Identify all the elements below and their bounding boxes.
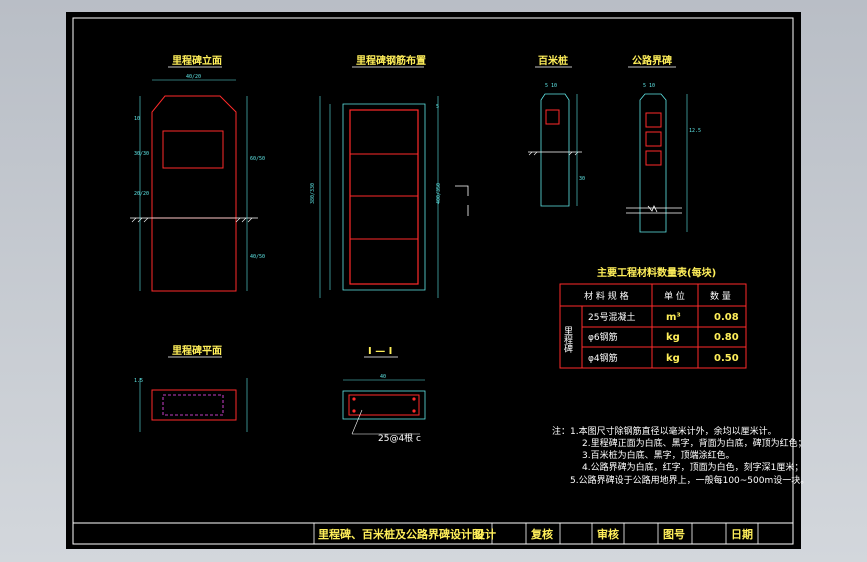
approve-label: 审核	[597, 527, 619, 541]
boundary-title: 公路界碑	[632, 54, 672, 67]
table-header-qty: 数 量	[710, 290, 731, 302]
section-bar-1	[352, 397, 356, 401]
table-row-unit: kg	[666, 353, 680, 364]
table-header-unit: 单 位	[664, 290, 685, 302]
hundred-top-dim: 5 10	[545, 83, 557, 89]
note-line: 注：1.本图尺寸除钢筋直径以毫米计外，余均以厘米计。	[552, 425, 777, 437]
section-top-dim: 40	[380, 374, 386, 380]
table-row-unit: kg	[666, 332, 680, 343]
note-line: 4.公路界碑为白底，红字，顶面为白色，刻字深1厘米；	[582, 461, 803, 473]
table-row-unit: m³	[666, 312, 681, 323]
rebar-title: 里程碑钢筋布置	[356, 54, 426, 67]
rebar-left-dim: 380/330	[310, 183, 316, 204]
section-bar-2	[412, 397, 416, 401]
table-row-qty: 0.80	[714, 332, 739, 343]
hundred-side-dim: 30	[579, 176, 585, 182]
elev-left-dim-1: 10	[134, 116, 140, 122]
elev-left-dim-2: 30/30	[134, 151, 149, 157]
note-line: 5.公路界碑设于公路用地界上，一般每100~500m设一块。	[570, 474, 809, 486]
note-line: 2.里程碑正面为白底、黑字，背面为白底，碑顶为红色；	[582, 437, 807, 449]
table-row-spec: 25号混凝土	[588, 311, 635, 323]
table-header-spec: 材 料 规 格	[584, 290, 629, 302]
drawing-canvas[interactable]: 里程碑立面 40/20 10 30/30 20/20 60/50 40/50 里…	[0, 0, 867, 562]
date-label: 日期	[731, 527, 753, 541]
table-side-label: 里程碑	[562, 326, 573, 354]
boundary-top-dim: 5 10	[643, 83, 655, 89]
review-label: 复核	[530, 527, 553, 541]
plan-side-dim: 1.5	[134, 378, 143, 384]
table-row-qty: 0.50	[714, 353, 739, 364]
table-row-spec: φ4钢筋	[588, 352, 618, 364]
section-bar-4	[412, 409, 416, 413]
rebar-small-dim: 5	[436, 104, 439, 110]
design-label: 设计	[474, 527, 496, 541]
elev-right-dim-1: 60/50	[250, 156, 265, 162]
section-bar-3	[352, 409, 356, 413]
section-rebar-label: 25@4根 c	[378, 432, 421, 444]
sheet-no-label: 图号	[663, 528, 685, 541]
table-row-qty: 0.08	[714, 312, 739, 323]
elevation-title: 里程碑立面	[172, 54, 222, 67]
note-line: 3.百米桩为白底、黑字，顶端涂红色。	[582, 449, 735, 461]
elev-top-dim: 40/20	[186, 74, 201, 80]
boundary-side-dim: 12.5	[689, 128, 701, 134]
rebar-right-dim: 400/350	[436, 183, 442, 204]
elev-left-dim-3: 20/20	[134, 191, 149, 197]
hundred-title: 百米桩	[538, 54, 568, 67]
drawing-title: 里程碑、百米桩及公路界碑设计图	[318, 527, 483, 541]
section-title: I — I	[368, 346, 392, 357]
elev-right-dim-2: 40/50	[250, 254, 265, 260]
plan-title: 里程碑平面	[172, 344, 222, 357]
table-title: 主要工程材料数量表(每块)	[597, 266, 716, 279]
table-row-spec: φ6钢筋	[588, 331, 618, 343]
